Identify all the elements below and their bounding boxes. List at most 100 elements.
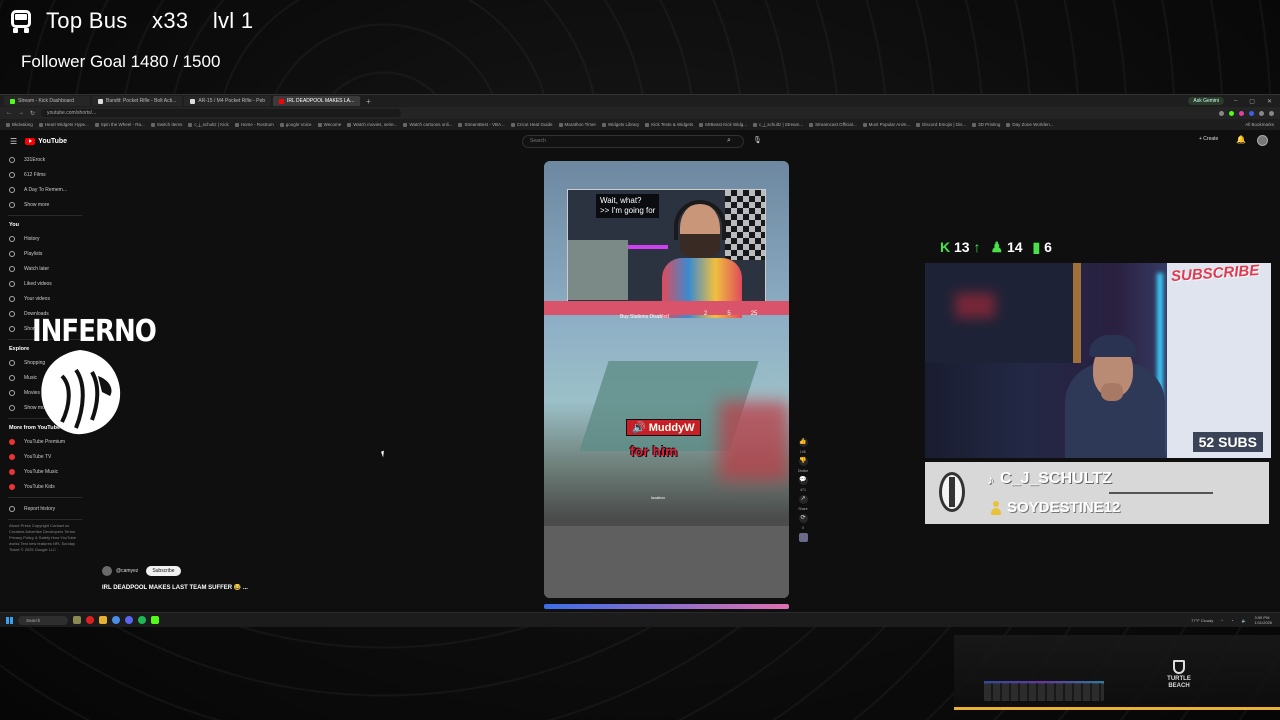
extension-icon[interactable]	[1249, 110, 1254, 116]
bookmark-item[interactable]: Cricut Heat Guide	[510, 122, 553, 127]
all-bookmarks[interactable]: All Bookmarks	[1245, 122, 1274, 127]
search-icon[interactable]: ⌕	[727, 137, 731, 145]
bookmark-item[interactable]: Most Popular Anim...	[862, 122, 910, 127]
url-field[interactable]: youtube.com/shorts/...	[41, 109, 402, 117]
bookmark-item[interactable]: Streamcast Official...	[809, 122, 857, 127]
extension-icon[interactable]	[1239, 110, 1244, 116]
ask-gemini-button[interactable]: Ask Gemini	[1188, 97, 1224, 105]
minimize-button[interactable]: –	[1234, 98, 1237, 105]
taskbar-spotify-icon[interactable]	[138, 616, 146, 624]
next-short-preview[interactable]	[544, 604, 789, 609]
bookmark-item[interactable]: Wecome	[317, 122, 341, 127]
bookmark-item[interactable]: Watch movies, serie...	[347, 122, 397, 127]
bars-icon: ▮	[1032, 239, 1041, 255]
bookmark-item[interactable]: google Voice	[279, 122, 312, 127]
sidebar-item-you[interactable]: Liked videos	[0, 276, 90, 291]
sidebar-item-youtube-product[interactable]: YouTube TV	[0, 449, 90, 464]
like-icon[interactable]: 👍	[798, 438, 808, 447]
comment-icon[interactable]: 💬	[798, 476, 808, 485]
sidebar-item-you[interactable]: Playlists	[0, 246, 90, 261]
sidebar-subscription[interactable]: 612 Films	[0, 167, 90, 182]
taskbar-kick-icon[interactable]	[151, 616, 159, 624]
webcam-shelf	[925, 263, 1075, 363]
bookmark-item[interactable]: c_j_schultz | Kick	[188, 122, 229, 127]
bookmark-item[interactable]: Discord Emojis | Dis...	[916, 122, 966, 127]
menu-icon[interactable]	[1269, 110, 1274, 116]
bookmark-item[interactable]: Widgets Library	[602, 122, 639, 127]
tray-chevron-icon[interactable]: ^	[1221, 618, 1223, 623]
sidebar-report-history[interactable]: Report history	[0, 501, 90, 516]
sidebar-item-you[interactable]: Your videos	[0, 291, 90, 306]
sidebar-item-you[interactable]: History	[0, 231, 90, 246]
extension-icon[interactable]	[1219, 110, 1224, 116]
taskbar-search[interactable]: Search	[18, 615, 68, 625]
bookmark-item[interactable]: c_j_schultz | Stream...	[752, 122, 803, 127]
weather-widget[interactable]: 77°F Cloudy	[1191, 618, 1213, 623]
dislike-icon[interactable]: 👎	[798, 457, 808, 466]
sidebar-you-header[interactable]: You	[0, 219, 90, 231]
microphone-icon[interactable]: 🎙	[753, 136, 762, 144]
taskbar-opera-icon[interactable]	[86, 616, 94, 624]
sidebar-item-you[interactable]: Watch later	[0, 261, 90, 276]
short-title[interactable]: IRL DEADPOOL MAKES LAST TEAM SUFFER 😂 ..…	[102, 584, 248, 591]
windows-start-icon[interactable]	[6, 616, 13, 624]
sidebar-item-youtube-product[interactable]: YouTube Music	[0, 464, 90, 479]
sound-avatar[interactable]	[798, 533, 808, 542]
subscribe-button[interactable]: Subscribe	[146, 566, 181, 576]
extension-icon[interactable]	[1229, 110, 1234, 116]
bookmark-item[interactable]: Heart Widgets Hype...	[38, 122, 89, 127]
tab-kick-dashboard[interactable]: Stream - Kick Dashboard	[4, 96, 90, 106]
tab-bandit-rifle[interactable]: Bandit: Pocket Rifle - Bolt Acti...	[92, 96, 183, 106]
channel-name[interactable]: @camyez	[116, 568, 138, 574]
bookmark-item[interactable]: Spin the Wheel - Ra...	[94, 122, 145, 127]
hamburger-menu-icon[interactable]: ☰	[10, 137, 17, 146]
bookmark-icon	[188, 122, 193, 127]
bookmark-item[interactable]: Watch cartoons onli...	[403, 122, 452, 127]
reload-icon[interactable]: ↻	[30, 110, 35, 117]
back-icon[interactable]: ←	[6, 110, 12, 116]
bookmark-item[interactable]: Switch Items	[150, 122, 182, 127]
tab-youtube-short[interactable]: IRL DEADPOOL MAKES LA...	[273, 96, 361, 106]
bookmark-icon	[558, 122, 563, 127]
search-input[interactable]: Search	[522, 135, 744, 148]
bookmark-item[interactable]: Bkdvaking	[6, 122, 33, 127]
channel-avatar[interactable]	[102, 566, 112, 576]
sidebar-item-youtube-product[interactable]: YouTube Kids	[0, 479, 90, 494]
taskbar-chrome-icon[interactable]	[112, 616, 120, 624]
bookmark-item[interactable]: Kick Texts & Widgets	[645, 122, 693, 127]
bookmark-item[interactable]: Day Zone Worlden...	[1006, 122, 1054, 127]
sidebar-item-icon	[9, 438, 15, 445]
sidebar-subscription[interactable]: A Day To Remem...	[0, 182, 90, 197]
share-icon[interactable]: ↗	[798, 495, 808, 504]
youtube-icon	[279, 98, 285, 104]
bookmark-item[interactable]: Marathon Timer	[558, 122, 596, 127]
create-button[interactable]: + Create	[1199, 136, 1218, 142]
account-avatar[interactable]	[1257, 135, 1268, 146]
shorts-player[interactable]: Wait, what? >> I'm going for Buy Station…	[544, 161, 789, 598]
taskbar-folder-icon[interactable]	[99, 616, 107, 624]
sidebar-show-more[interactable]: Show more	[0, 197, 90, 212]
clock[interactable]: 3:59 PM 1/11/2026	[1255, 615, 1273, 625]
action-label: Dislike	[797, 469, 809, 473]
sidebar-subscription[interactable]: 331Erock	[0, 152, 90, 167]
remix-icon[interactable]: ⟳	[798, 514, 808, 523]
youtube-logo[interactable]: YouTube	[25, 137, 67, 145]
forward-icon[interactable]: →	[18, 110, 24, 116]
notifications-bell-icon[interactable]: 🔔	[1236, 135, 1246, 144]
new-tab-button[interactable]: +	[366, 97, 371, 106]
tab-ar15-rifle[interactable]: AR-15 / M4 Pocket Rifle - Peb	[184, 96, 272, 106]
sidebar-item-icon	[9, 404, 15, 411]
profile-icon[interactable]	[1259, 110, 1264, 116]
bookmark-item[interactable]: Home - Rostrum	[234, 122, 274, 127]
maximize-button[interactable]: ▢	[1249, 98, 1255, 105]
location-hud: location	[651, 495, 665, 500]
close-button[interactable]: ✕	[1267, 98, 1272, 105]
taskbar-discord-icon[interactable]	[125, 616, 133, 624]
bookmark-item[interactable]: MrBeast Kick Widg...	[699, 122, 747, 127]
volume-icon[interactable]: 🔈	[1242, 618, 1247, 623]
sidebar-item-icon	[9, 295, 15, 302]
network-icon[interactable]: ◔	[1231, 618, 1233, 623]
bookmark-item[interactable]: StreamBest - VBA...	[458, 122, 505, 127]
taskbar-app-icon[interactable]	[73, 616, 81, 624]
bookmark-item[interactable]: 3D Printing	[972, 122, 1000, 127]
